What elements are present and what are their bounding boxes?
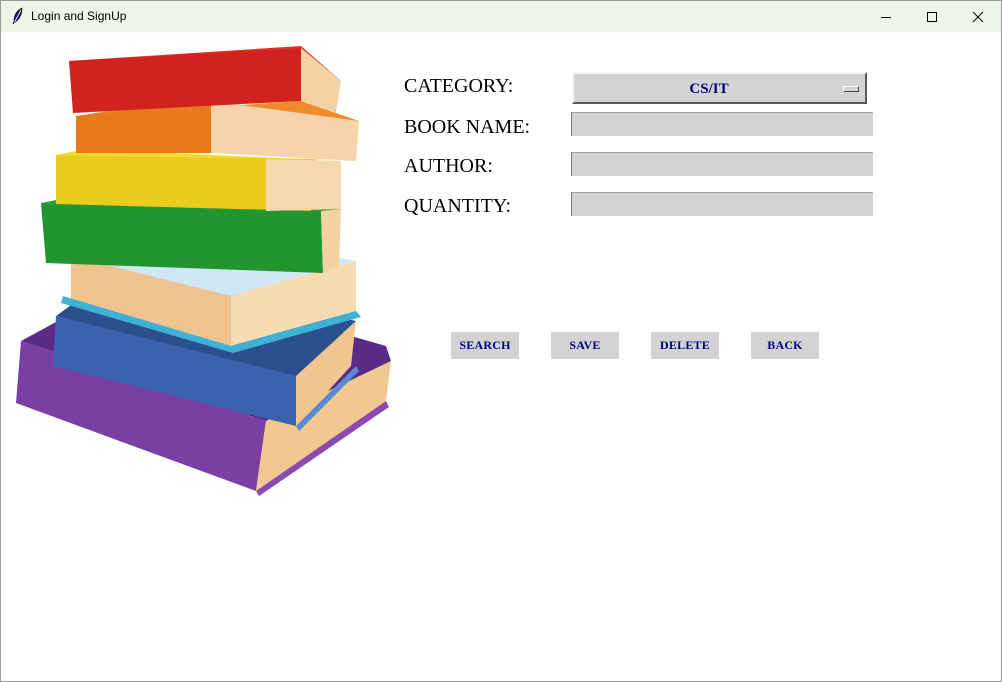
author-label: AUTHOR: xyxy=(404,155,493,177)
save-button[interactable]: SAVE xyxy=(551,332,619,359)
search-button[interactable]: SEARCH xyxy=(451,332,519,359)
quantity-label: QUANTITY: xyxy=(404,195,512,217)
dropdown-indicator-icon xyxy=(843,86,859,92)
maximize-icon xyxy=(927,11,937,22)
close-button[interactable] xyxy=(955,1,1001,32)
delete-button[interactable]: DELETE xyxy=(651,332,719,359)
feather-icon xyxy=(10,7,26,25)
author-input[interactable] xyxy=(571,152,873,176)
minimize-icon xyxy=(881,16,891,18)
book-name-input[interactable] xyxy=(571,112,873,136)
category-selected-value: CS/IT xyxy=(689,81,729,97)
window-title: Login and SignUp xyxy=(31,9,127,23)
maximize-button[interactable] xyxy=(909,1,955,32)
category-dropdown[interactable]: CS/IT xyxy=(572,72,867,104)
book-name-label: BOOK NAME: xyxy=(404,116,531,138)
minimize-button[interactable] xyxy=(863,1,909,32)
books-stack-image xyxy=(16,46,391,496)
back-button[interactable]: BACK xyxy=(751,332,819,359)
app-window: Login and SignUp CATEGORY: BOOK NAME: AU… xyxy=(0,0,1002,682)
quantity-input[interactable] xyxy=(571,192,873,216)
title-bar[interactable]: Login and SignUp xyxy=(1,1,1001,32)
close-icon xyxy=(972,11,984,22)
category-label: CATEGORY: xyxy=(404,75,514,97)
